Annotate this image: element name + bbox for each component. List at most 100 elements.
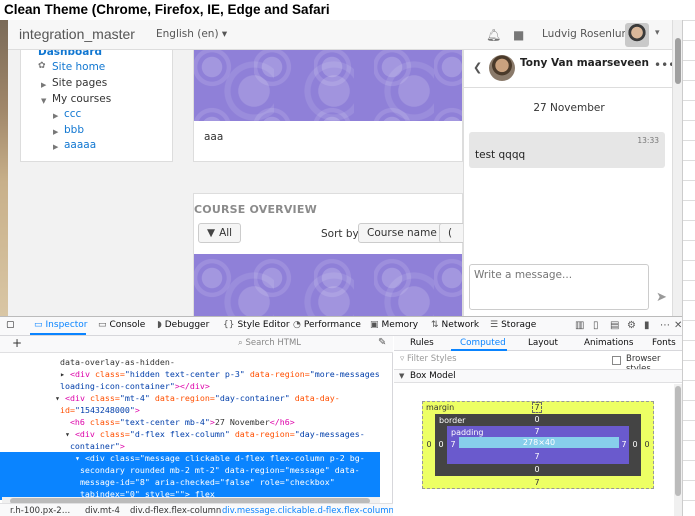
border-bottom-value[interactable]: 0: [532, 465, 542, 474]
breadcrumb-item[interactable]: div.mt-4: [85, 506, 120, 516]
back-icon[interactable]: ❮: [473, 61, 482, 74]
padding-label: padding: [451, 428, 484, 437]
markup-node[interactable]: <h6 class="text-center mb-4">27 November…: [0, 416, 380, 428]
border-top-value[interactable]: 0: [532, 415, 542, 424]
devtools-pick-icon[interactable]: ▢: [6, 320, 15, 330]
sort-course-name-button[interactable]: Course name: [358, 223, 446, 243]
chat-icon[interactable]: ■: [513, 28, 524, 42]
screenshot-icon[interactable]: ▤: [610, 320, 619, 331]
expand-icon[interactable]: ▶: [53, 112, 58, 120]
tab-animations[interactable]: Animations: [584, 338, 633, 348]
course-card[interactable]: aaa: [193, 42, 463, 162]
border-left-value[interactable]: 0: [437, 440, 445, 449]
tab-performance[interactable]: ◔ Performance: [293, 320, 361, 330]
content-size-value[interactable]: 278×40: [509, 438, 569, 447]
margin-top-value[interactable]: 7: [532, 402, 542, 413]
bell-icon[interactable]: 🔔︎: [486, 28, 501, 42]
markup-node-selected[interactable]: message-id="8" aria-checked="false" role…: [0, 476, 380, 488]
responsive-design-icon[interactable]: ▯: [593, 320, 599, 331]
page-scrollbar[interactable]: [672, 20, 682, 316]
user-menu-name[interactable]: Ludvig Rosenlund: [542, 28, 635, 40]
code-token: ▸: [59, 369, 70, 379]
markup-node[interactable]: ▸ <div class="hidden text-center p-3" da…: [0, 368, 380, 380]
tab-memory[interactable]: ▣ Memory: [370, 320, 418, 330]
box-model-header[interactable]: ▼ Box Model: [394, 369, 682, 383]
send-icon[interactable]: ➤: [656, 290, 667, 305]
markup-node-selected[interactable]: secondary rounded mb-2 mt-2" data-region…: [0, 464, 380, 476]
course-image[interactable]: [194, 43, 462, 121]
code-token: "8": [134, 477, 155, 487]
debugger-icon: ◗: [157, 320, 162, 330]
tab-layout[interactable]: Layout: [528, 338, 558, 348]
filter-styles-input[interactable]: ▿ Filter Styles: [400, 354, 457, 364]
chevron-down-icon[interactable]: ▾: [655, 28, 660, 38]
expand-icon[interactable]: ▶: [41, 81, 46, 89]
page-scrollbar-thumb[interactable]: [675, 38, 681, 84]
markup-node[interactable]: ▾ <div class="d-flex flex-column" data-r…: [0, 428, 380, 440]
avatar[interactable]: [625, 23, 649, 47]
tab-debugger[interactable]: ◗ Debugger: [157, 320, 209, 330]
markup-node[interactable]: id="1543248000">: [0, 404, 380, 416]
border-right-value[interactable]: 0: [631, 440, 639, 449]
site-name[interactable]: integration_master: [19, 26, 135, 42]
code-token: <div: [74, 429, 100, 439]
gear-icon[interactable]: ⚙: [627, 320, 636, 331]
breadcrumb-item-selected[interactable]: div.message.clickable.d-flex.flex-column…: [222, 506, 393, 516]
markup-node[interactable]: container">: [0, 440, 380, 452]
markup-node[interactable]: loading-icon-container"></div>: [0, 380, 380, 392]
filter-dropdown[interactable]: ▼ All: [198, 223, 242, 243]
collapse-icon[interactable]: ▼: [399, 372, 404, 380]
nav-my-courses[interactable]: My courses: [52, 93, 111, 105]
sidebar-scrollbar-thumb[interactable]: [675, 386, 681, 496]
padding-bottom-value[interactable]: 7: [532, 452, 542, 461]
active-tab-indicator: [451, 349, 507, 351]
tab-fonts[interactable]: Fonts: [652, 338, 676, 348]
margin-bottom-value[interactable]: 7: [532, 478, 542, 487]
nav-course-aaaaa[interactable]: aaaaa: [64, 139, 96, 151]
dock-layout-icon[interactable]: ▥: [575, 320, 584, 331]
more-options-icon[interactable]: ⋯: [660, 320, 670, 331]
message-bubble[interactable]: 13:33 test qqqq: [469, 132, 665, 168]
markup-toolbar: + ⌕ Search HTML ✎: [0, 336, 393, 353]
expand-icon[interactable]: ▶: [53, 128, 58, 136]
dock-side-icon[interactable]: ▮: [644, 320, 650, 331]
padding-right-value[interactable]: 7: [620, 440, 628, 449]
sidebar-scrollbar[interactable]: [674, 384, 682, 516]
markup-node[interactable]: ▾ <div class="mt-4" data-region="day-con…: [0, 392, 380, 404]
markup-node[interactable]: data-overlay-as-hidden-: [0, 356, 380, 368]
margin-right-value[interactable]: 0: [643, 440, 651, 449]
padding-left-value[interactable]: 7: [449, 440, 457, 449]
contact-name[interactable]: Tony Van maarseveen: [520, 57, 649, 69]
nav-course-ccc[interactable]: ccc: [64, 108, 81, 120]
tab-rules[interactable]: Rules: [410, 338, 434, 348]
browser-styles-checkbox[interactable]: [612, 356, 621, 365]
search-html-input[interactable]: ⌕ Search HTML: [238, 338, 301, 348]
padding-top-value[interactable]: 7: [532, 427, 542, 436]
markup-node-selected[interactable]: ▾ <div class="message clickable d-flex f…: [0, 452, 380, 464]
course-name[interactable]: aaa: [204, 131, 223, 143]
breadcrumb-item[interactable]: r.h-100.px-2…: [10, 506, 70, 516]
nav-site-home[interactable]: Site home: [52, 61, 105, 73]
breadcrumb-item[interactable]: div.d-flex.flex-column: [130, 506, 221, 516]
margin-left-value[interactable]: 0: [425, 440, 433, 449]
close-icon[interactable]: ✕: [674, 320, 682, 331]
message-time: 13:33: [637, 136, 659, 145]
contact-avatar[interactable]: [489, 55, 515, 81]
nav-site-pages[interactable]: Site pages: [52, 77, 107, 89]
gauge-icon: ◔: [293, 320, 301, 330]
tab-network[interactable]: ⇅ Network: [431, 320, 479, 330]
collapse-icon[interactable]: ▼: [41, 97, 46, 105]
tab-style-editor[interactable]: {} Style Editor: [223, 320, 290, 330]
language-menu[interactable]: English (en) ▾: [156, 28, 227, 40]
expand-icon[interactable]: ▶: [53, 143, 58, 151]
tab-inspector[interactable]: ▭ Inspector: [34, 320, 88, 330]
nav-course-bbb[interactable]: bbb: [64, 124, 84, 136]
tab-computed[interactable]: Computed: [460, 338, 506, 348]
tab-storage[interactable]: ☰ Storage: [490, 320, 536, 330]
eyedropper-icon[interactable]: ✎: [378, 337, 386, 348]
tab-console[interactable]: ▭ Console: [98, 320, 145, 330]
code-token: data-: [334, 465, 360, 475]
message-input[interactable]: [469, 264, 649, 310]
add-node-icon[interactable]: +: [12, 336, 22, 350]
course-image[interactable]: [194, 254, 462, 316]
